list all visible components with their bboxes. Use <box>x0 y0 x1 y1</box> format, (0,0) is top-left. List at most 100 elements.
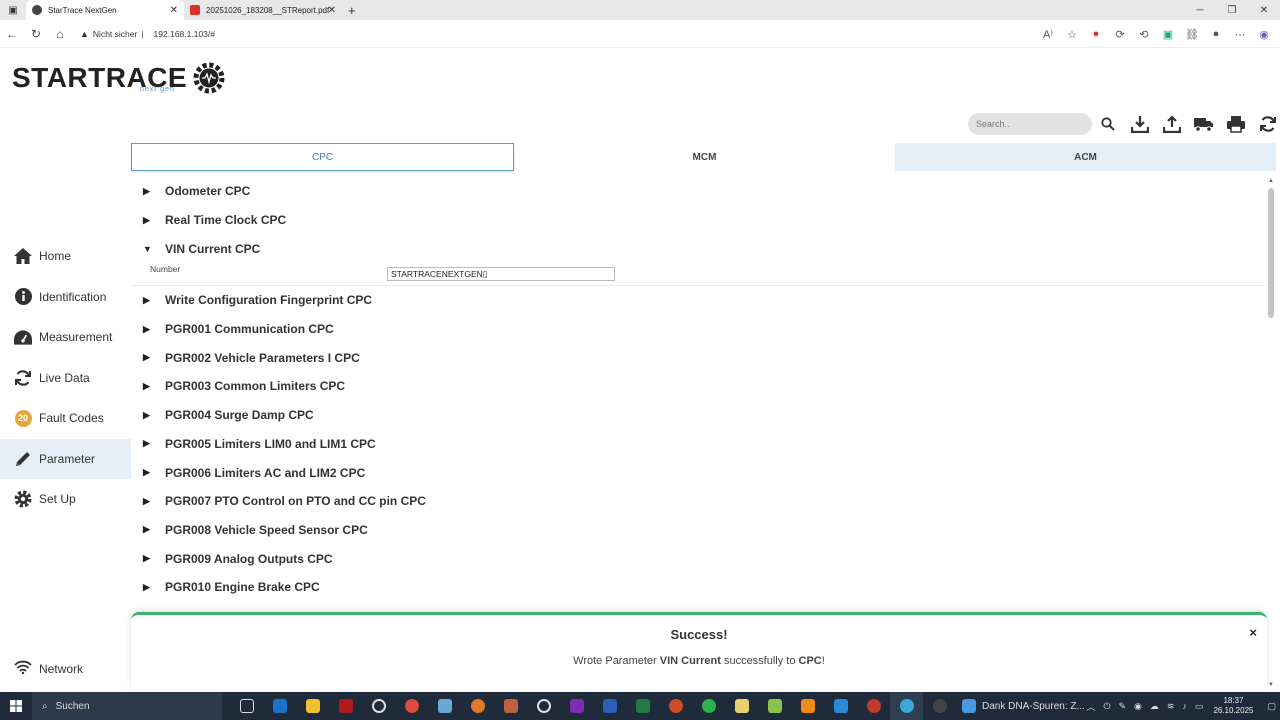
home-browser-icon[interactable]: ⌂ <box>48 20 72 48</box>
back-icon[interactable]: ← <box>0 20 24 48</box>
tab-cpc[interactable]: CPC <box>131 143 514 171</box>
favorite-star-icon[interactable]: ☆ <box>1060 28 1084 41</box>
profile-avatar-icon[interactable]: ● <box>1204 28 1228 40</box>
sidebar-item-fault-codes[interactable]: 20 Fault Codes <box>0 398 131 439</box>
expand-arrow-icon: ▶ <box>143 185 150 196</box>
circle-app-icon[interactable] <box>527 692 560 720</box>
tool-app-icon[interactable] <box>494 692 527 720</box>
print-icon[interactable] <box>1220 113 1252 135</box>
reload-icon[interactable]: ↻ <box>24 20 48 48</box>
sidebar-item-network[interactable]: Network <box>14 660 83 677</box>
parameter-group[interactable]: ▶ PGR010 Engine Brake CPC <box>131 573 1266 602</box>
search-input[interactable] <box>968 113 1092 135</box>
read-aloud-icon[interactable]: A⁾ <box>1036 28 1060 41</box>
close-toast-icon[interactable]: × <box>1249 625 1257 640</box>
vscode-icon[interactable] <box>824 692 857 720</box>
maximize-icon[interactable]: ❐ <box>1216 0 1248 20</box>
vin-number-input[interactable] <box>387 267 615 282</box>
parameter-group[interactable]: ▶ PGR001 Communication CPC <box>131 315 1266 344</box>
powerpoint-icon[interactable] <box>659 692 692 720</box>
sidebar-item-home[interactable]: Home <box>0 236 131 277</box>
browser-tab-pdf[interactable]: 20251026_183208__STReport.pdf ✕ <box>184 0 342 20</box>
search-icon[interactable] <box>1092 113 1124 135</box>
tray-device-icon[interactable]: ⏻ <box>1103 701 1110 712</box>
outlook-icon[interactable] <box>263 692 296 720</box>
tray-chevron-icon[interactable]: ︿ <box>1086 700 1095 713</box>
sidebar-item-measurement[interactable]: Measurement <box>0 317 131 358</box>
sidebar-item-set-up[interactable]: Set Up <box>0 479 131 520</box>
startrace-logo: STARTRACE next gen <box>12 60 225 96</box>
tray-cloud-icon[interactable]: ☁ <box>1150 701 1159 712</box>
minimize-icon[interactable]: ─ <box>1184 0 1216 20</box>
history-icon[interactable]: ⟲ <box>1132 28 1156 41</box>
battery-icon[interactable]: ▭ <box>1195 701 1204 712</box>
wifi-tray-icon[interactable]: ≋ <box>1167 701 1175 712</box>
upload-icon[interactable] <box>1156 113 1188 135</box>
parameter-group[interactable]: ▶ PGR006 Limiters AC and LIM2 CPC <box>131 458 1266 487</box>
edge-icon[interactable] <box>890 692 923 720</box>
task-view-icon[interactable] <box>230 692 263 720</box>
content-scrollbar[interactable]: ▲ ▼ <box>1268 178 1274 688</box>
tray-pen-icon[interactable]: ✎ <box>1118 701 1126 712</box>
share-icon[interactable]: ⛓ <box>1180 28 1204 41</box>
windows-start-icon[interactable] <box>0 692 32 720</box>
refresh-icon[interactable] <box>1252 113 1280 135</box>
close-tab-icon[interactable]: ✕ <box>170 5 178 16</box>
word-icon[interactable] <box>593 692 626 720</box>
chrome-icon[interactable] <box>395 692 428 720</box>
tab-acm[interactable]: ACM <box>895 143 1276 171</box>
scroll-down-icon[interactable]: ▼ <box>1268 682 1274 688</box>
parameter-group[interactable]: ▶ PGR009 Analog Outputs CPC <box>131 544 1266 573</box>
close-window-icon[interactable]: ✕ <box>1248 0 1280 20</box>
yellow-app-icon[interactable] <box>725 692 758 720</box>
toast-title: Success! <box>670 627 728 642</box>
parameter-group[interactable]: ▶ PGR004 Surge Damp CPC <box>131 401 1266 430</box>
onenote-icon[interactable] <box>560 692 593 720</box>
taskbar-search[interactable]: ⌕ Suchen <box>32 692 222 720</box>
collections-icon[interactable]: ▣ <box>1156 28 1180 41</box>
tray-app-icon[interactable]: ◉ <box>1134 701 1142 712</box>
parameter-group-expanded[interactable]: ▼ VIN Current CPC <box>131 234 1266 263</box>
window-menu-icon[interactable]: ▣ <box>0 0 26 20</box>
adblock-icon[interactable]: ● <box>1084 28 1108 40</box>
truck-icon[interactable] <box>1188 113 1220 135</box>
tab-mcm[interactable]: MCM <box>514 143 895 171</box>
news-text: Dank DNA-Spuren: Z... <box>982 700 1085 712</box>
excel-icon[interactable] <box>626 692 659 720</box>
settings-icon[interactable] <box>362 692 395 720</box>
scroll-thumb[interactable] <box>1268 188 1274 318</box>
parameter-group[interactable]: ▶ PGR002 Vehicle Parameters I CPC <box>131 343 1266 372</box>
sidebar-item-parameter[interactable]: Parameter <box>0 438 131 479</box>
url-field[interactable]: ▲ Nicht sicher | 192.168.1.103/# <box>80 24 1030 44</box>
diagnostic-app-icon[interactable] <box>857 692 890 720</box>
taskbar-clock[interactable]: 18:37 26.10.2025 <box>1213 696 1253 716</box>
parameter-group[interactable]: ▶ PGR005 Limiters LIM0 and LIM1 CPC <box>131 430 1266 459</box>
browser-tab-startrace[interactable]: StarTrace NextGen ✕ <box>26 0 184 20</box>
extension-icon[interactable]: ⟳ <box>1108 28 1132 41</box>
taskbar-news[interactable]: Dank DNA-Spuren: Z... <box>962 699 1085 713</box>
whatsapp-icon[interactable] <box>692 692 725 720</box>
red-app-icon[interactable] <box>329 692 362 720</box>
media-player-icon[interactable] <box>923 692 956 720</box>
parameter-group[interactable]: ▶ PGR003 Common Limiters CPC <box>131 372 1266 401</box>
vlc-icon[interactable] <box>791 692 824 720</box>
volume-icon[interactable]: ♪ <box>1182 701 1187 711</box>
sidebar-item-live-data[interactable]: Live Data <box>0 358 131 399</box>
notifications-icon[interactable]: ▢ <box>1267 701 1276 712</box>
parameter-group[interactable]: ▶ PGR007 PTO Control on PTO and CC pin CP… <box>131 487 1266 516</box>
close-tab-icon[interactable]: ✕ <box>328 5 336 16</box>
parameter-group[interactable]: ▶ Odometer CPC <box>131 177 1266 206</box>
orange-app-icon[interactable] <box>461 692 494 720</box>
sidebar-item-identification[interactable]: Identification <box>0 277 131 318</box>
new-tab-button[interactable]: + <box>348 3 356 18</box>
copilot-icon[interactable]: ◉ <box>1252 28 1276 41</box>
parameter-group[interactable]: ▶ PGR008 Vehicle Speed Sensor CPC <box>131 516 1266 545</box>
green-app-icon[interactable] <box>758 692 791 720</box>
scroll-up-icon[interactable]: ▲ <box>1268 178 1274 184</box>
parameter-group[interactable]: ▶ Real Time Clock CPC <box>131 206 1266 235</box>
notes-app-icon[interactable] <box>428 692 461 720</box>
file-explorer-icon[interactable] <box>296 692 329 720</box>
parameter-group[interactable]: ▶ Write Configuration Fingerprint CPC <box>131 286 1266 315</box>
more-menu-icon[interactable]: ⋯ <box>1228 28 1252 41</box>
download-icon[interactable] <box>1124 113 1156 135</box>
